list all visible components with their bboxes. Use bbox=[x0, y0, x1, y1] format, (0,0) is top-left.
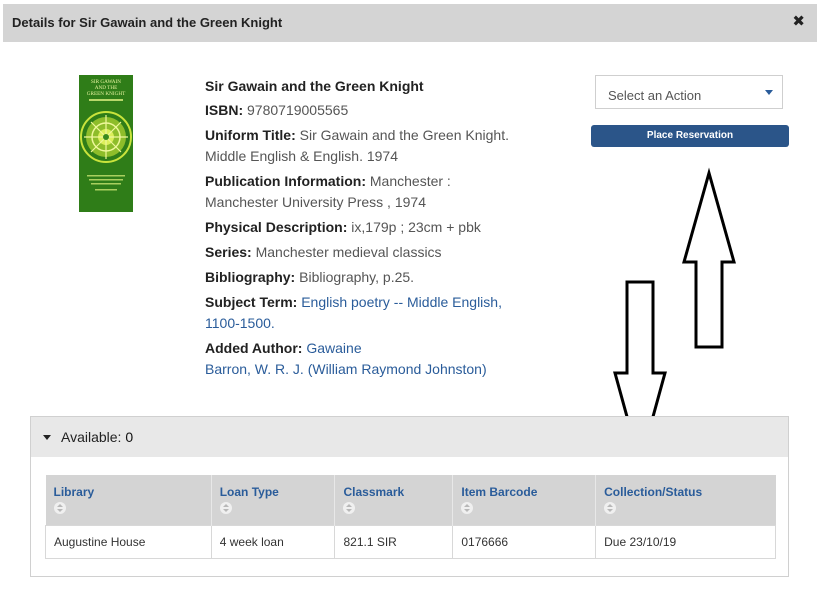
column-header-label: Item Barcode bbox=[461, 485, 538, 499]
added-author-label: Added Author: bbox=[205, 340, 303, 356]
column-header-label: Classmark bbox=[343, 485, 405, 499]
cell-collection-status: Due 23/10/19 bbox=[595, 524, 776, 559]
close-icon[interactable]: ✖ bbox=[792, 13, 805, 31]
uniform-title-row: Uniform Title: Sir Gawain and the Green … bbox=[205, 125, 515, 167]
physical-value: ix,179p ; 23cm + pbk bbox=[351, 219, 481, 235]
added-author-link-barron[interactable]: Barron, W. R. J. (William Raymond Johnst… bbox=[205, 361, 487, 377]
series-label: Series: bbox=[205, 244, 252, 260]
uniform-title-label: Uniform Title: bbox=[205, 127, 296, 143]
sort-icon[interactable] bbox=[53, 502, 66, 514]
cell-library: Augustine House bbox=[45, 524, 212, 559]
availability-label: Available: 0 bbox=[61, 429, 133, 445]
cell-item-barcode: 0176666 bbox=[452, 524, 597, 559]
record-details: Sir Gawain and the Green Knight ISBN: 97… bbox=[205, 76, 515, 384]
column-header-label: Collection/Status bbox=[604, 485, 703, 499]
subject-label: Subject Term: bbox=[205, 294, 298, 310]
physical-row: Physical Description: ix,179p ; 23cm + p… bbox=[205, 217, 515, 238]
publication-label: Publication Information: bbox=[205, 173, 366, 189]
sort-icon[interactable] bbox=[604, 502, 617, 514]
added-author-row: Added Author: Gawaine Barron, W. R. J. (… bbox=[205, 338, 515, 380]
series-value: Manchester medieval classics bbox=[255, 244, 442, 260]
holdings-table: Library Loan Type Classmark Item Barcode… bbox=[45, 475, 776, 559]
isbn-value: 9780719005565 bbox=[247, 102, 349, 118]
availability-label-text: Available: bbox=[61, 429, 122, 445]
column-header-label: Loan Type bbox=[219, 485, 279, 499]
cell-loan-type: 4 week loan bbox=[210, 524, 336, 559]
physical-label: Physical Description: bbox=[205, 219, 348, 235]
availability-toggle[interactable]: Available: 0 bbox=[31, 417, 788, 457]
bibliography-value: Bibliography, p.25. bbox=[299, 269, 415, 285]
cell-classmark: 821.1 SIR bbox=[334, 524, 454, 559]
select-action-dropdown[interactable]: Select an Action bbox=[595, 75, 783, 109]
dialog-header: Details for Sir Gawain and the Green Kni… bbox=[3, 4, 817, 42]
dialog-title: Details for Sir Gawain and the Green Kni… bbox=[12, 15, 283, 30]
sort-icon[interactable] bbox=[343, 502, 356, 514]
isbn-label: ISBN: bbox=[205, 102, 244, 118]
bibliography-label: Bibliography: bbox=[205, 269, 296, 285]
chevron-down-icon bbox=[765, 90, 773, 95]
column-header-collection-status[interactable]: Collection/Status bbox=[595, 475, 776, 525]
place-reservation-button[interactable]: Place Reservation bbox=[591, 125, 789, 147]
column-header-label: Library bbox=[53, 485, 95, 499]
caret-down-icon bbox=[43, 435, 51, 440]
column-header-item-barcode[interactable]: Item Barcode bbox=[452, 475, 597, 525]
column-header-classmark[interactable]: Classmark bbox=[334, 475, 454, 525]
column-header-library[interactable]: Library bbox=[45, 475, 212, 525]
svg-text:GREEN KNIGHT: GREEN KNIGHT bbox=[87, 91, 126, 97]
up-arrow-annotation bbox=[682, 167, 736, 349]
bibliography-row: Bibliography: Bibliography, p.25. bbox=[205, 267, 515, 288]
column-header-loan-type[interactable]: Loan Type bbox=[211, 475, 336, 525]
subject-row: Subject Term: English poetry -- Middle E… bbox=[205, 292, 515, 334]
added-author-link-gawaine[interactable]: Gawaine bbox=[306, 340, 361, 356]
book-cover-image: SIR GAWAIN AND THE GREEN KNIGHT bbox=[79, 75, 133, 212]
isbn-row: ISBN: 9780719005565 bbox=[205, 100, 515, 121]
holdings-header-row: Library Loan Type Classmark Item Barcode… bbox=[45, 475, 776, 525]
availability-count: 0 bbox=[125, 429, 134, 445]
availability-panel: Available: 0 Library Loan Type Classmark bbox=[30, 416, 789, 577]
series-row: Series: Manchester medieval classics bbox=[205, 242, 515, 263]
record-title: Sir Gawain and the Green Knight bbox=[205, 78, 424, 94]
sort-icon[interactable] bbox=[219, 502, 232, 514]
table-row: Augustine House 4 week loan 821.1 SIR 01… bbox=[45, 524, 776, 559]
select-action-text: Select an Action bbox=[608, 88, 702, 103]
sort-icon[interactable] bbox=[461, 502, 474, 514]
publication-row: Publication Information: Manchester : Ma… bbox=[205, 171, 515, 213]
